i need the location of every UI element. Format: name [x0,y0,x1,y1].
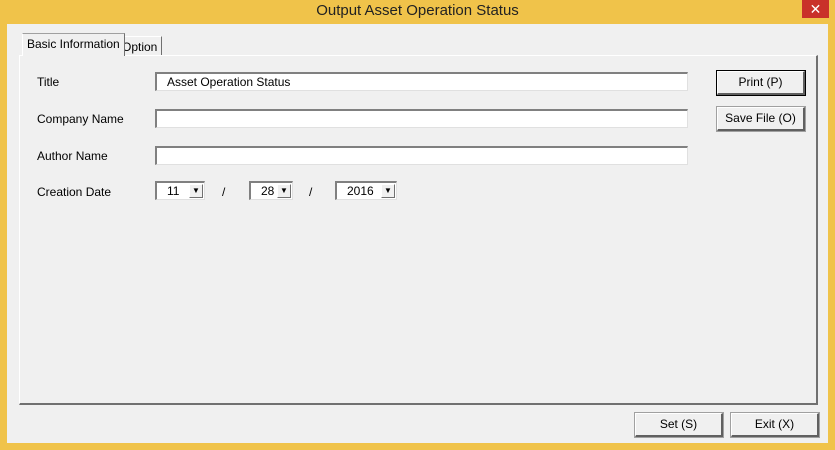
dialog-client-area: Basic Information Option Title Asset Ope… [7,24,828,443]
save-file-button[interactable]: Save File (O) [716,106,806,132]
day-select[interactable]: 28 ▼ [249,181,293,200]
title-label: Title [37,75,60,89]
title-input[interactable]: Asset Operation Status [155,72,688,91]
month-select[interactable]: 11 ▼ [155,181,205,200]
exit-button[interactable]: Exit (X) [730,412,820,438]
close-button[interactable]: ✕ [802,0,829,18]
tab-panel-basic-information: Title Asset Operation Status Company Nam… [19,55,818,405]
author-name-input[interactable] [155,146,688,165]
date-separator: / [309,185,313,199]
tab-label: Option [122,40,158,54]
date-separator: / [222,185,226,199]
tab-basic-information[interactable]: Basic Information [22,33,125,56]
company-name-input[interactable] [155,109,688,128]
author-name-label: Author Name [37,149,108,163]
month-value: 11 [167,184,180,198]
dialog-window: Output Asset Operation Status ✕ Basic In… [0,0,835,450]
day-value: 28 [261,184,275,198]
close-icon: ✕ [809,1,822,17]
set-button[interactable]: Set (S) [634,412,724,438]
creation-date-label: Creation Date [37,185,112,199]
tab-label: Basic Information [27,37,120,51]
print-button[interactable]: Print (P) [716,70,806,96]
chevron-down-icon[interactable]: ▼ [381,184,395,198]
window-title: Output Asset Operation Status [316,2,519,19]
chevron-down-icon[interactable]: ▼ [277,184,291,198]
chevron-down-icon[interactable]: ▼ [189,184,203,198]
year-select[interactable]: 2016 ▼ [335,181,397,200]
year-value: 2016 [347,184,374,198]
company-name-label: Company Name [37,112,124,126]
title-bar[interactable]: Output Asset Operation Status ✕ [0,0,835,24]
